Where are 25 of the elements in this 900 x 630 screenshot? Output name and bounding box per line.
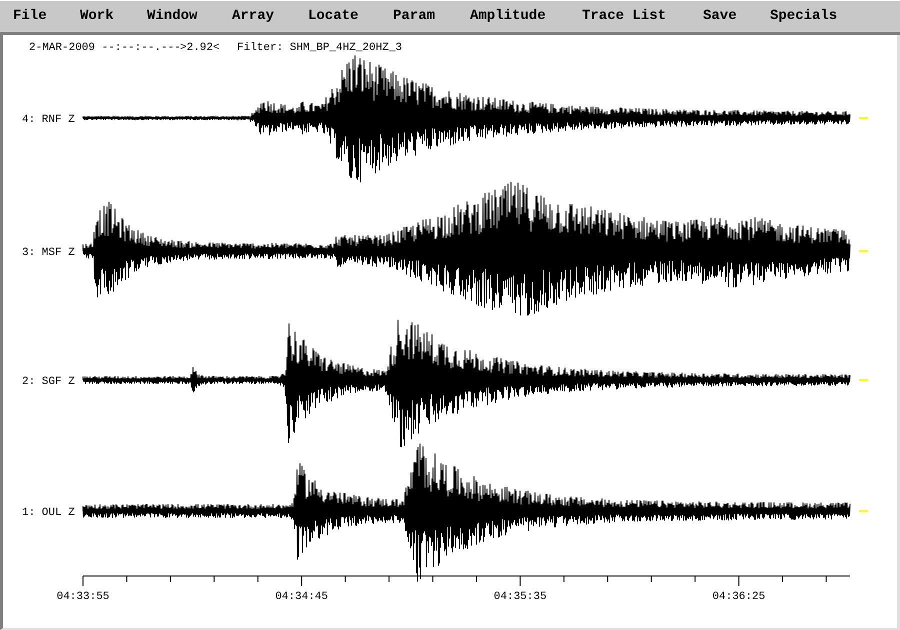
menu-item[interactable]: Param (393, 6, 436, 27)
trace-marker (859, 379, 868, 381)
time-label: 04:33:55 (56, 591, 110, 603)
trace-label: 2: SGF Z (22, 376, 75, 388)
filter-text: Filter: SHM_BP_4HZ_20HZ_3 (237, 42, 402, 54)
menu-item[interactable]: Array (232, 6, 274, 27)
menu-item[interactable]: Save (703, 6, 737, 27)
date-time-text: 2-MAR-2009 --:--:--.--- (29, 42, 181, 54)
amplitude-value-text: >2.92< (180, 42, 220, 54)
menu-item[interactable]: Window (147, 6, 198, 27)
time-label: 04:36:25 (712, 591, 766, 603)
menu-item[interactable]: Trace List (582, 6, 666, 27)
time-label: 04:35:35 (494, 591, 547, 603)
time-label: 04:34:45 (275, 591, 328, 603)
trace-marker (859, 510, 868, 512)
trace-label: 1: OUL Z (22, 507, 75, 519)
trace-marker (859, 250, 868, 252)
menu-item[interactable]: Amplitude (470, 6, 546, 27)
trace-label: 4: RNF Z (22, 114, 75, 126)
menu-item[interactable]: Specials (770, 6, 838, 27)
menu-item[interactable]: File (13, 6, 47, 27)
menu-item[interactable]: Locate (308, 6, 358, 27)
menu-item[interactable]: Work (80, 6, 114, 27)
trace-label: 3: MSF Z (22, 247, 75, 259)
trace-marker (859, 117, 868, 119)
